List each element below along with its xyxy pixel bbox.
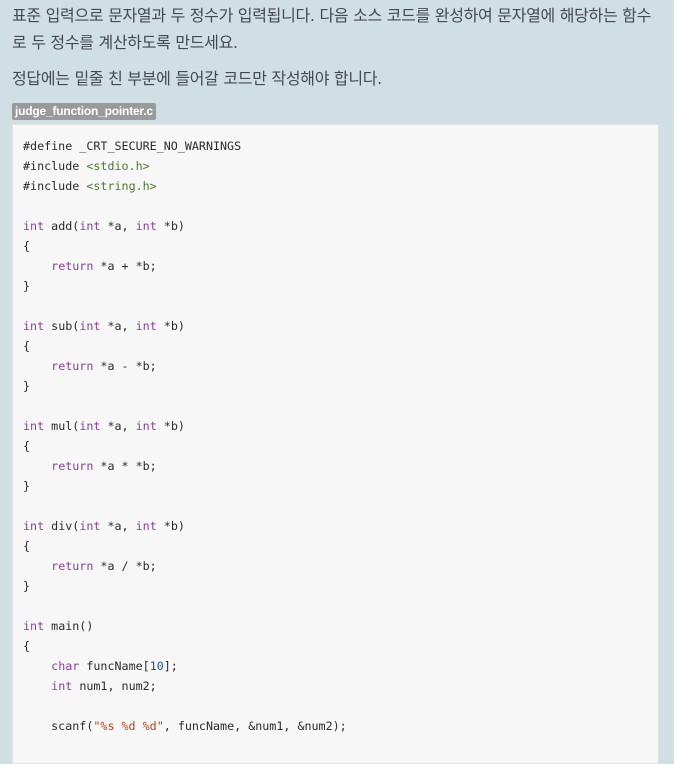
- code-token: *a,: [100, 419, 136, 433]
- code-line: char funcName[10];: [23, 656, 347, 676]
- code-token: num1, num2;: [72, 679, 157, 693]
- code-token: main(): [44, 619, 94, 633]
- code-token: {: [23, 639, 31, 653]
- code-line: int div(int *a, int *b): [23, 516, 347, 536]
- code-token: #include: [23, 159, 87, 173]
- code-token: }: [23, 479, 31, 493]
- code-token: *a,: [100, 219, 136, 233]
- problem-description: 표준 입력으로 문자열과 두 정수가 입력됩니다. 다음 소스 코드를 완성하여…: [12, 6, 652, 52]
- source-code: #define _CRT_SECURE_NO_WARNINGS #include …: [23, 136, 347, 736]
- code-line: {: [23, 236, 347, 256]
- code-token: #include: [23, 179, 87, 193]
- code-token: int: [79, 219, 101, 233]
- code-token: return: [51, 259, 94, 273]
- code-line: return *a * *b;: [23, 456, 347, 476]
- code-block: #define _CRT_SECURE_NO_WARNINGS #include …: [12, 124, 659, 764]
- code-line: }: [23, 476, 347, 496]
- code-token: *a,: [100, 319, 136, 333]
- code-token: sub(: [44, 319, 80, 333]
- code-token: }: [23, 379, 31, 393]
- code-token: int: [135, 419, 157, 433]
- code-token: *a + *b;: [93, 259, 157, 273]
- code-token: int: [135, 519, 157, 533]
- code-token: return: [51, 459, 94, 473]
- code-line: #define _CRT_SECURE_NO_WARNINGS: [23, 136, 347, 156]
- code-line: return *a / *b;: [23, 556, 347, 576]
- code-token: int: [79, 519, 101, 533]
- code-token: {: [23, 539, 31, 553]
- code-line: int main(): [23, 616, 347, 636]
- code-token: add(: [44, 219, 80, 233]
- code-token: *a / *b;: [93, 559, 157, 573]
- code-line: return *a + *b;: [23, 256, 347, 276]
- code-token: {: [23, 439, 31, 453]
- code-token: return: [51, 559, 94, 573]
- code-token: <string.h>: [86, 179, 157, 193]
- code-token: int: [135, 219, 157, 233]
- code-line: {: [23, 636, 347, 656]
- answer-instruction: 정답에는 밑줄 친 부분에 들어갈 코드만 작성해야 합니다.: [12, 69, 382, 88]
- code-token: int: [135, 319, 157, 333]
- code-line: }: [23, 276, 347, 296]
- code-token: *b): [156, 419, 185, 433]
- code-token: *b): [156, 519, 185, 533]
- code-line: {: [23, 436, 347, 456]
- code-token: "%s %d %d": [93, 719, 164, 733]
- code-token: int: [23, 519, 45, 533]
- code-line: scanf("%s %d %d", funcName, &num1, &num2…: [23, 716, 347, 736]
- code-token: *a * *b;: [93, 459, 157, 473]
- code-line: int sub(int *a, int *b): [23, 316, 347, 336]
- code-line: }: [23, 376, 347, 396]
- code-token: 10: [149, 659, 164, 673]
- code-token: }: [23, 579, 31, 593]
- code-token: return: [51, 359, 94, 373]
- code-token: char: [51, 659, 80, 673]
- code-token: {: [23, 339, 31, 353]
- code-line: {: [23, 336, 347, 356]
- code-line: return *a - *b;: [23, 356, 347, 376]
- code-token: int: [23, 619, 45, 633]
- code-token: <stdio.h>: [86, 159, 150, 173]
- code-token: scanf(: [23, 719, 94, 733]
- code-token: mul(: [44, 419, 80, 433]
- code-token: int: [23, 419, 45, 433]
- code-token: int: [79, 319, 101, 333]
- code-line: }: [23, 576, 347, 596]
- code-line: int add(int *a, int *b): [23, 216, 347, 236]
- code-token: }: [23, 279, 31, 293]
- code-line: {: [23, 536, 347, 556]
- code-token: #define _CRT_SECURE_NO_WARNINGS: [23, 139, 242, 153]
- code-token: , funcName, &num1, &num2);: [163, 719, 347, 733]
- file-name-tag: judge_function_pointer.c: [12, 103, 156, 120]
- code-token: int: [23, 219, 45, 233]
- code-token: ];: [163, 659, 178, 673]
- code-token: {: [23, 239, 31, 253]
- code-token: int: [51, 679, 73, 693]
- code-line: #include <stdio.h>: [23, 156, 347, 176]
- code-token: *b): [156, 219, 185, 233]
- code-token: int: [79, 419, 101, 433]
- code-line: #include <string.h>: [23, 176, 347, 196]
- code-line: int num1, num2;: [23, 676, 347, 696]
- code-token: *a - *b;: [93, 359, 157, 373]
- code-token: funcName[: [79, 659, 150, 673]
- code-token: *b): [156, 319, 185, 333]
- code-line: int mul(int *a, int *b): [23, 416, 347, 436]
- code-token: *a,: [100, 519, 136, 533]
- code-token: div(: [44, 519, 80, 533]
- code-token: int: [23, 319, 45, 333]
